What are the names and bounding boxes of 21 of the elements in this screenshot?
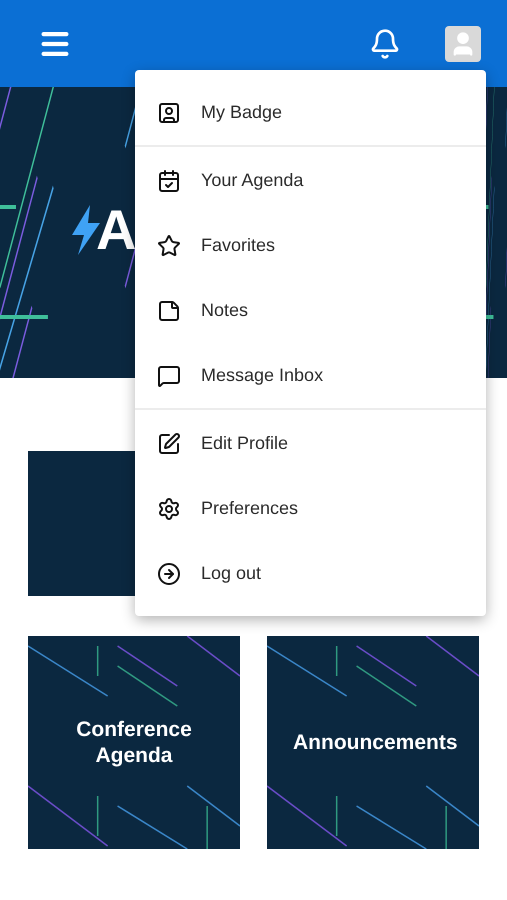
- calendar-check-icon: [157, 168, 181, 192]
- tile-button[interactable]: Announcements: [267, 636, 479, 849]
- menu-item[interactable]: My Badge: [135, 80, 486, 145]
- tile-button[interactable]: Conference Agenda: [28, 636, 240, 849]
- bell-icon[interactable]: [369, 28, 401, 60]
- star-icon: [157, 234, 181, 258]
- menu-item[interactable]: Log out: [135, 541, 486, 606]
- menu-item[interactable]: Message Inbox: [135, 343, 486, 408]
- menu-item[interactable]: Edit Profile: [135, 411, 486, 476]
- edit-icon: [157, 432, 181, 456]
- menu-item[interactable]: Preferences: [135, 476, 486, 541]
- arrow-circle-icon: [157, 562, 181, 586]
- gear-icon: [157, 496, 181, 520]
- banner-title: A: [96, 202, 136, 258]
- note-icon: [157, 298, 181, 322]
- menu-item[interactable]: Favorites: [135, 213, 486, 278]
- avatar-icon[interactable]: [445, 26, 481, 62]
- badge-icon: [157, 100, 181, 124]
- chat-bubble-icon: [157, 364, 181, 388]
- menu-item[interactable]: Your Agenda: [135, 148, 486, 213]
- menu-item[interactable]: Notes: [135, 278, 486, 343]
